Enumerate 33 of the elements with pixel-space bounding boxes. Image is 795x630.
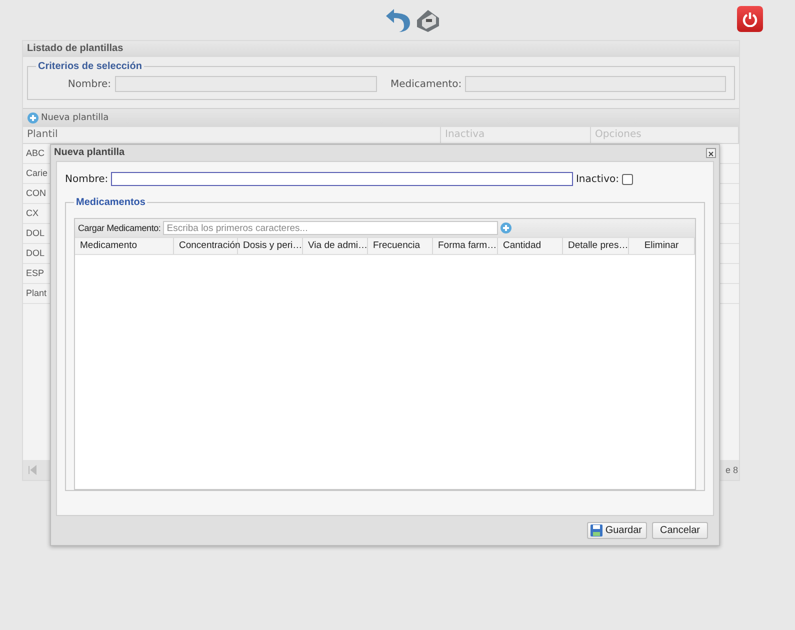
close-icon [707, 148, 715, 158]
field-label: Medicamento: [390, 78, 460, 90]
column-header[interactable]: Plantil [23, 127, 441, 143]
search-field[interactable]: Escriba los primeros caracteres... [162, 221, 498, 235]
add-icon[interactable] [500, 222, 512, 234]
input-field[interactable] [464, 76, 726, 92]
field-label: Nombre: [65, 174, 108, 184]
field-label: Cargar Medicamento: [78, 223, 161, 233]
input-field[interactable] [115, 76, 376, 92]
dialog-title: Nueva plantilla [54, 147, 125, 158]
group-legend: Criterios de selección [36, 61, 144, 72]
field-label: Nombre: [66, 78, 111, 90]
panel-title: Listado de plantillas [23, 41, 739, 57]
column-header[interactable]: Frecuencia [368, 238, 433, 254]
power-icon [742, 11, 758, 27]
page-count: e 8 [725, 465, 738, 475]
add-icon[interactable] [27, 112, 39, 124]
new-template-button[interactable]: Nueva plantilla [27, 112, 109, 124]
name-field[interactable] [111, 172, 573, 186]
back-arrow-icon[interactable] [384, 6, 412, 34]
close-button[interactable] [706, 148, 716, 158]
column-header[interactable]: Eliminar [629, 238, 695, 254]
column-header[interactable]: Via de admi… [303, 238, 368, 254]
power-button[interactable] [737, 6, 763, 32]
checkbox[interactable] [622, 174, 633, 184]
save-button[interactable]: Guardar [587, 522, 647, 539]
column-header[interactable]: Medicamento [75, 238, 174, 254]
column-header[interactable]: Forma farm… [433, 238, 498, 254]
checkbox-label: Inactivo: [576, 174, 619, 184]
column-header[interactable]: Concentración [174, 238, 238, 254]
column-header[interactable]: Cantidad [498, 238, 563, 254]
cancel-button[interactable]: Cancelar [652, 522, 708, 539]
column-header[interactable]: Detalle pres… [563, 238, 629, 254]
